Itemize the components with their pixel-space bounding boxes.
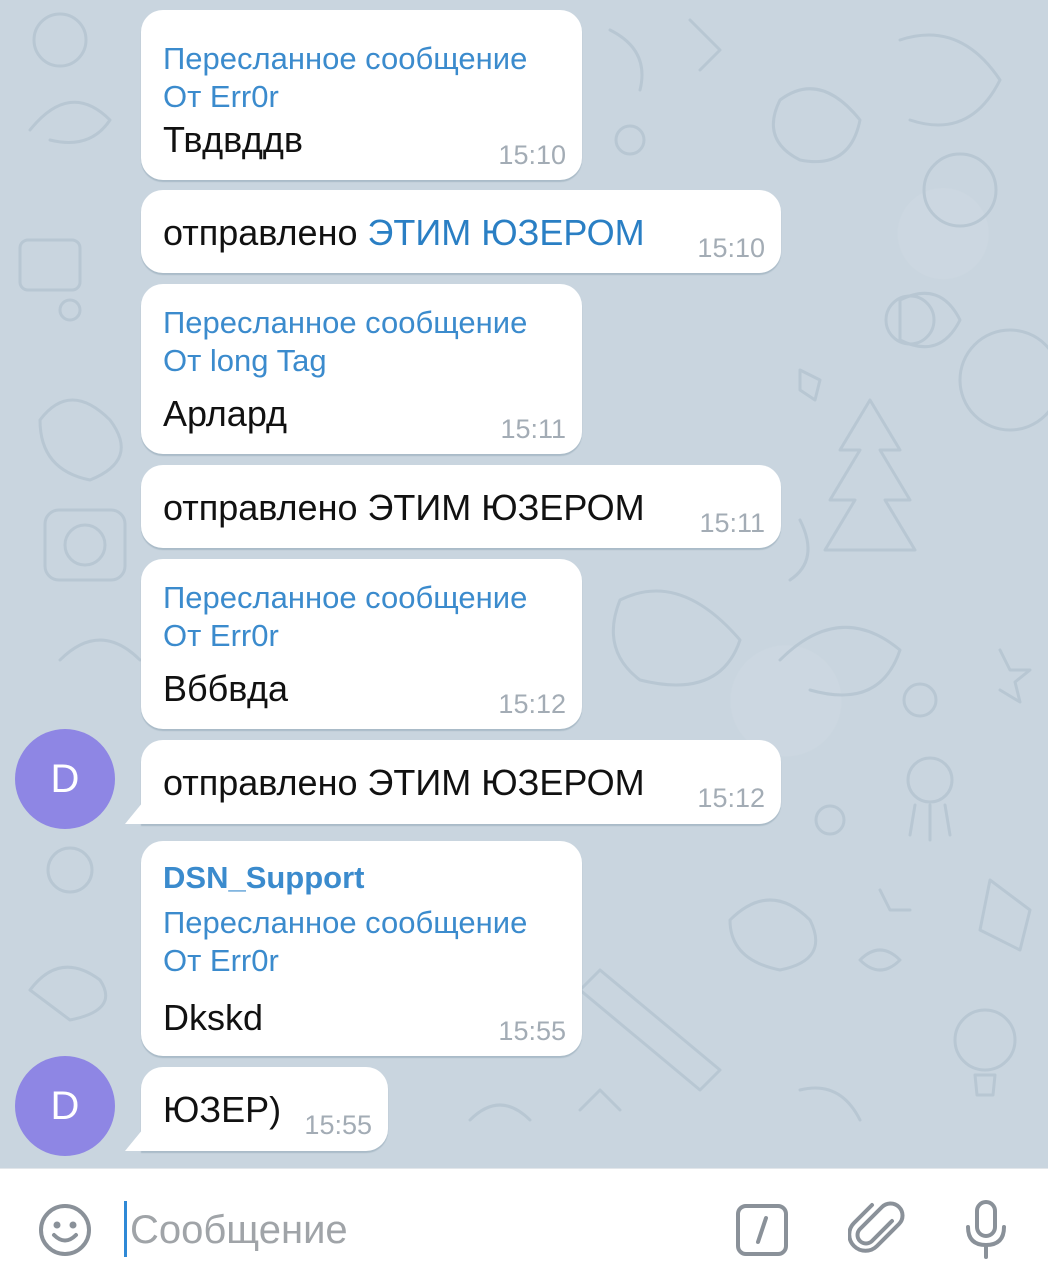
message-text-prefix: отправлено [163, 212, 368, 253]
message-time: 15:10 [697, 233, 765, 263]
message-time: 15:12 [697, 783, 765, 813]
message-bubble[interactable]: отправлено ЭТИМ ЮЗЕРОМ 15:10 [141, 190, 781, 273]
message-text: отправлено ЭТИМ ЮЗЕРОМ [163, 211, 645, 255]
message-time: 15:12 [498, 689, 566, 719]
attach-icon[interactable] [847, 1199, 908, 1259]
forwarded-from[interactable]: От Err0r [163, 617, 279, 655]
message-bubble[interactable]: Пересланное сообщение От long Tag Арлард… [141, 284, 582, 454]
message-time: 15:11 [500, 414, 566, 444]
message-bubble[interactable]: отправлено ЭТИМ ЮЗЕРОМ 15:11 [141, 465, 781, 548]
message-text: отправлено ЭТИМ ЮЗЕРОМ [163, 762, 645, 803]
smile-icon[interactable] [37, 1202, 93, 1258]
message-bubble[interactable]: Пересланное сообщение От Err0r Вббвда 15… [141, 559, 582, 729]
forwarded-from[interactable]: От Err0r [163, 942, 279, 980]
message-bubble[interactable]: Пересланное сообщение От Err0r Твдвддв 1… [141, 10, 582, 180]
text-cursor [124, 1201, 127, 1257]
avatar[interactable]: D [15, 1056, 115, 1156]
message-time: 15:55 [498, 1016, 566, 1046]
microphone-icon[interactable] [962, 1199, 1010, 1261]
message-bubble[interactable]: DSN_Support Пересланное сообщение От Err… [141, 841, 582, 1056]
sender-name[interactable]: DSN_Support [163, 859, 365, 897]
bot-command-icon[interactable] [735, 1203, 789, 1257]
message-input-bar: Сообщение [0, 1168, 1048, 1281]
forwarded-from[interactable]: От Err0r [163, 78, 279, 116]
forwarded-from[interactable]: От long Tag [163, 342, 327, 380]
message-bubble[interactable]: отправлено ЭТИМ ЮЗЕРОМ 15:12 [141, 740, 781, 824]
message-text: Твдвддв [163, 119, 303, 160]
forwarded-label: Пересланное сообщение [163, 41, 528, 76]
user-mention-link[interactable]: ЭТИМ ЮЗЕРОМ [368, 212, 645, 253]
message-text: отправлено ЭТИМ ЮЗЕРОМ [163, 487, 645, 528]
message-text: Арлард [163, 393, 288, 434]
message-text: Dkskd [163, 997, 264, 1038]
message-text: Вббвда [163, 668, 288, 709]
forwarded-label: Пересланное сообщение [163, 305, 528, 340]
message-time: 15:10 [498, 140, 566, 170]
forwarded-label: Пересланное сообщение [163, 905, 528, 940]
message-input[interactable]: Сообщение [130, 1207, 348, 1253]
message-bubble[interactable]: ЮЗЕР) 15:55 [141, 1067, 388, 1151]
message-text: ЮЗЕР) [163, 1089, 282, 1130]
avatar[interactable]: D [15, 729, 115, 829]
chat-background: Пересланное сообщение От Err0r Твдвддв 1… [0, 0, 1048, 1168]
message-time: 15:55 [304, 1110, 372, 1140]
forwarded-label: Пересланное сообщение [163, 580, 528, 615]
message-time: 15:11 [699, 508, 765, 538]
